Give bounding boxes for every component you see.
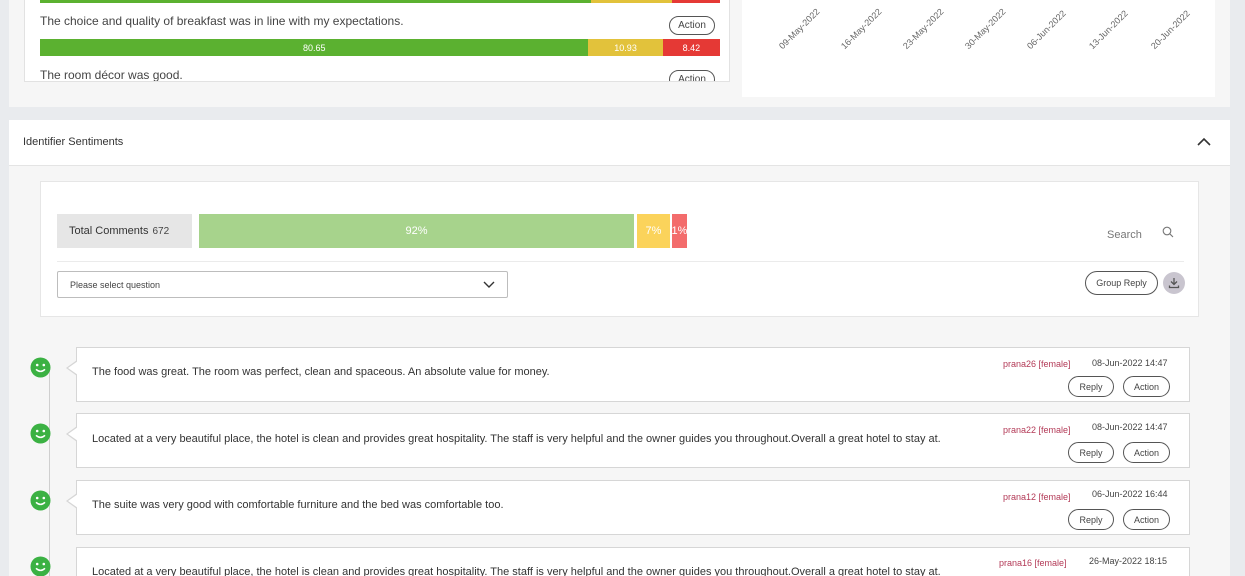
bar-neutral-segment[interactable]: 7% xyxy=(637,214,670,248)
comment-username[interactable]: prana16 [female] xyxy=(999,558,1067,568)
bar-positive-segment: 80.65 xyxy=(40,39,589,56)
positive-smiley-icon xyxy=(30,556,51,576)
question-sentiment-bar: 80.65 10.93 8.42 xyxy=(40,39,720,56)
chevron-up-icon[interactable] xyxy=(1196,134,1212,150)
chevron-down-icon xyxy=(483,281,495,288)
reply-button[interactable]: Reply xyxy=(1068,376,1114,397)
comment-username[interactable]: prana22 [female] xyxy=(1003,425,1071,435)
x-tick-label: 23-May-2022 xyxy=(901,6,946,52)
x-tick-label: 06-Jun-2022 xyxy=(1025,8,1068,52)
x-tick-label: 30-May-2022 xyxy=(963,6,1008,52)
question-action-button[interactable]: Action xyxy=(669,70,715,81)
x-tick-label: 09-May-2022 xyxy=(777,6,822,52)
total-comments-badge: Total Comments 672 xyxy=(57,214,192,248)
comment-text: The food was great. The room was perfect… xyxy=(92,366,550,378)
x-tick-label: 13-Jun-2022 xyxy=(1087,8,1130,52)
question-text: The choice and quality of breakfast was … xyxy=(40,14,404,28)
panel-title: Identifier Sentiments xyxy=(23,136,124,148)
positive-smiley-icon xyxy=(30,490,51,511)
timeline-line xyxy=(49,370,50,576)
positive-smiley-icon xyxy=(30,357,51,378)
search-input[interactable]: Search xyxy=(1107,229,1142,241)
comment-date: 08-Jun-2022 14:47 xyxy=(1092,358,1168,368)
question-sentiment-card: The choice and quality of breakfast was … xyxy=(24,0,730,82)
comment-item: Located at a very beautiful place, the h… xyxy=(66,413,1190,468)
comment-username[interactable]: prana12 [female] xyxy=(1003,492,1071,502)
reply-button[interactable]: Reply xyxy=(1068,509,1114,530)
divider xyxy=(57,261,1184,262)
download-icon xyxy=(1168,278,1180,289)
reply-button[interactable]: Reply xyxy=(1068,442,1114,463)
question-select-value: Please select question xyxy=(70,279,161,290)
comment-date: 26-May-2022 18:15 xyxy=(1089,556,1168,566)
comment-date: 06-Jun-2022 16:44 xyxy=(1092,489,1168,499)
panel-header[interactable]: Identifier Sentiments xyxy=(9,120,1230,166)
bar-positive-segment[interactable]: 92% xyxy=(199,214,634,248)
x-tick-label: 20-Jun-2022 xyxy=(1149,8,1192,52)
action-button[interactable]: Action xyxy=(1123,376,1170,397)
bar-negative-segment[interactable]: 1% xyxy=(672,214,687,248)
x-tick-label: 16-May-2022 xyxy=(839,6,884,52)
comment-text: Located at a very beautiful place, the h… xyxy=(92,433,941,445)
previous-question-bar xyxy=(40,0,720,3)
comment-filter-card: Total Comments 672 92% 7% 1% Search Plea… xyxy=(40,181,1199,317)
question-select[interactable]: Please select question xyxy=(57,271,508,298)
comment-item: Located at a very beautiful place, the h… xyxy=(76,547,1190,576)
action-button[interactable]: Action xyxy=(1123,509,1170,530)
comment-username[interactable]: prana26 [female] xyxy=(1003,359,1071,369)
bar-negative-segment: 8.42 xyxy=(662,39,720,56)
bar-neutral-segment: 10.93 xyxy=(588,39,663,56)
group-reply-button[interactable]: Group Reply xyxy=(1085,271,1158,295)
overall-sentiment-bar: 92% 7% 1% xyxy=(199,214,687,248)
comment-item: The food was great. The room was perfect… xyxy=(66,347,1190,402)
comment-item: The suite was very good with comfortable… xyxy=(66,480,1190,535)
question-action-button[interactable]: Action xyxy=(669,16,715,35)
total-comments-count: 672 xyxy=(152,225,170,237)
sentiment-trend-chart: 09-May-2022 16-May-2022 23-May-2022 30-M… xyxy=(742,0,1215,97)
total-comments-label: Total Comments xyxy=(69,225,149,237)
question-text: The room décor was good. xyxy=(40,68,183,82)
bar-neutral-segment xyxy=(591,0,672,3)
bar-negative-segment xyxy=(671,0,720,3)
action-button[interactable]: Action xyxy=(1123,442,1170,463)
comment-text: Located at a very beautiful place, the h… xyxy=(92,566,941,576)
search-icon[interactable] xyxy=(1162,226,1174,238)
comment-date: 08-Jun-2022 14:47 xyxy=(1092,422,1168,432)
positive-smiley-icon xyxy=(30,423,51,444)
bar-positive-segment xyxy=(40,0,592,3)
comment-text: The suite was very good with comfortable… xyxy=(92,499,504,511)
download-button[interactable] xyxy=(1163,272,1185,294)
